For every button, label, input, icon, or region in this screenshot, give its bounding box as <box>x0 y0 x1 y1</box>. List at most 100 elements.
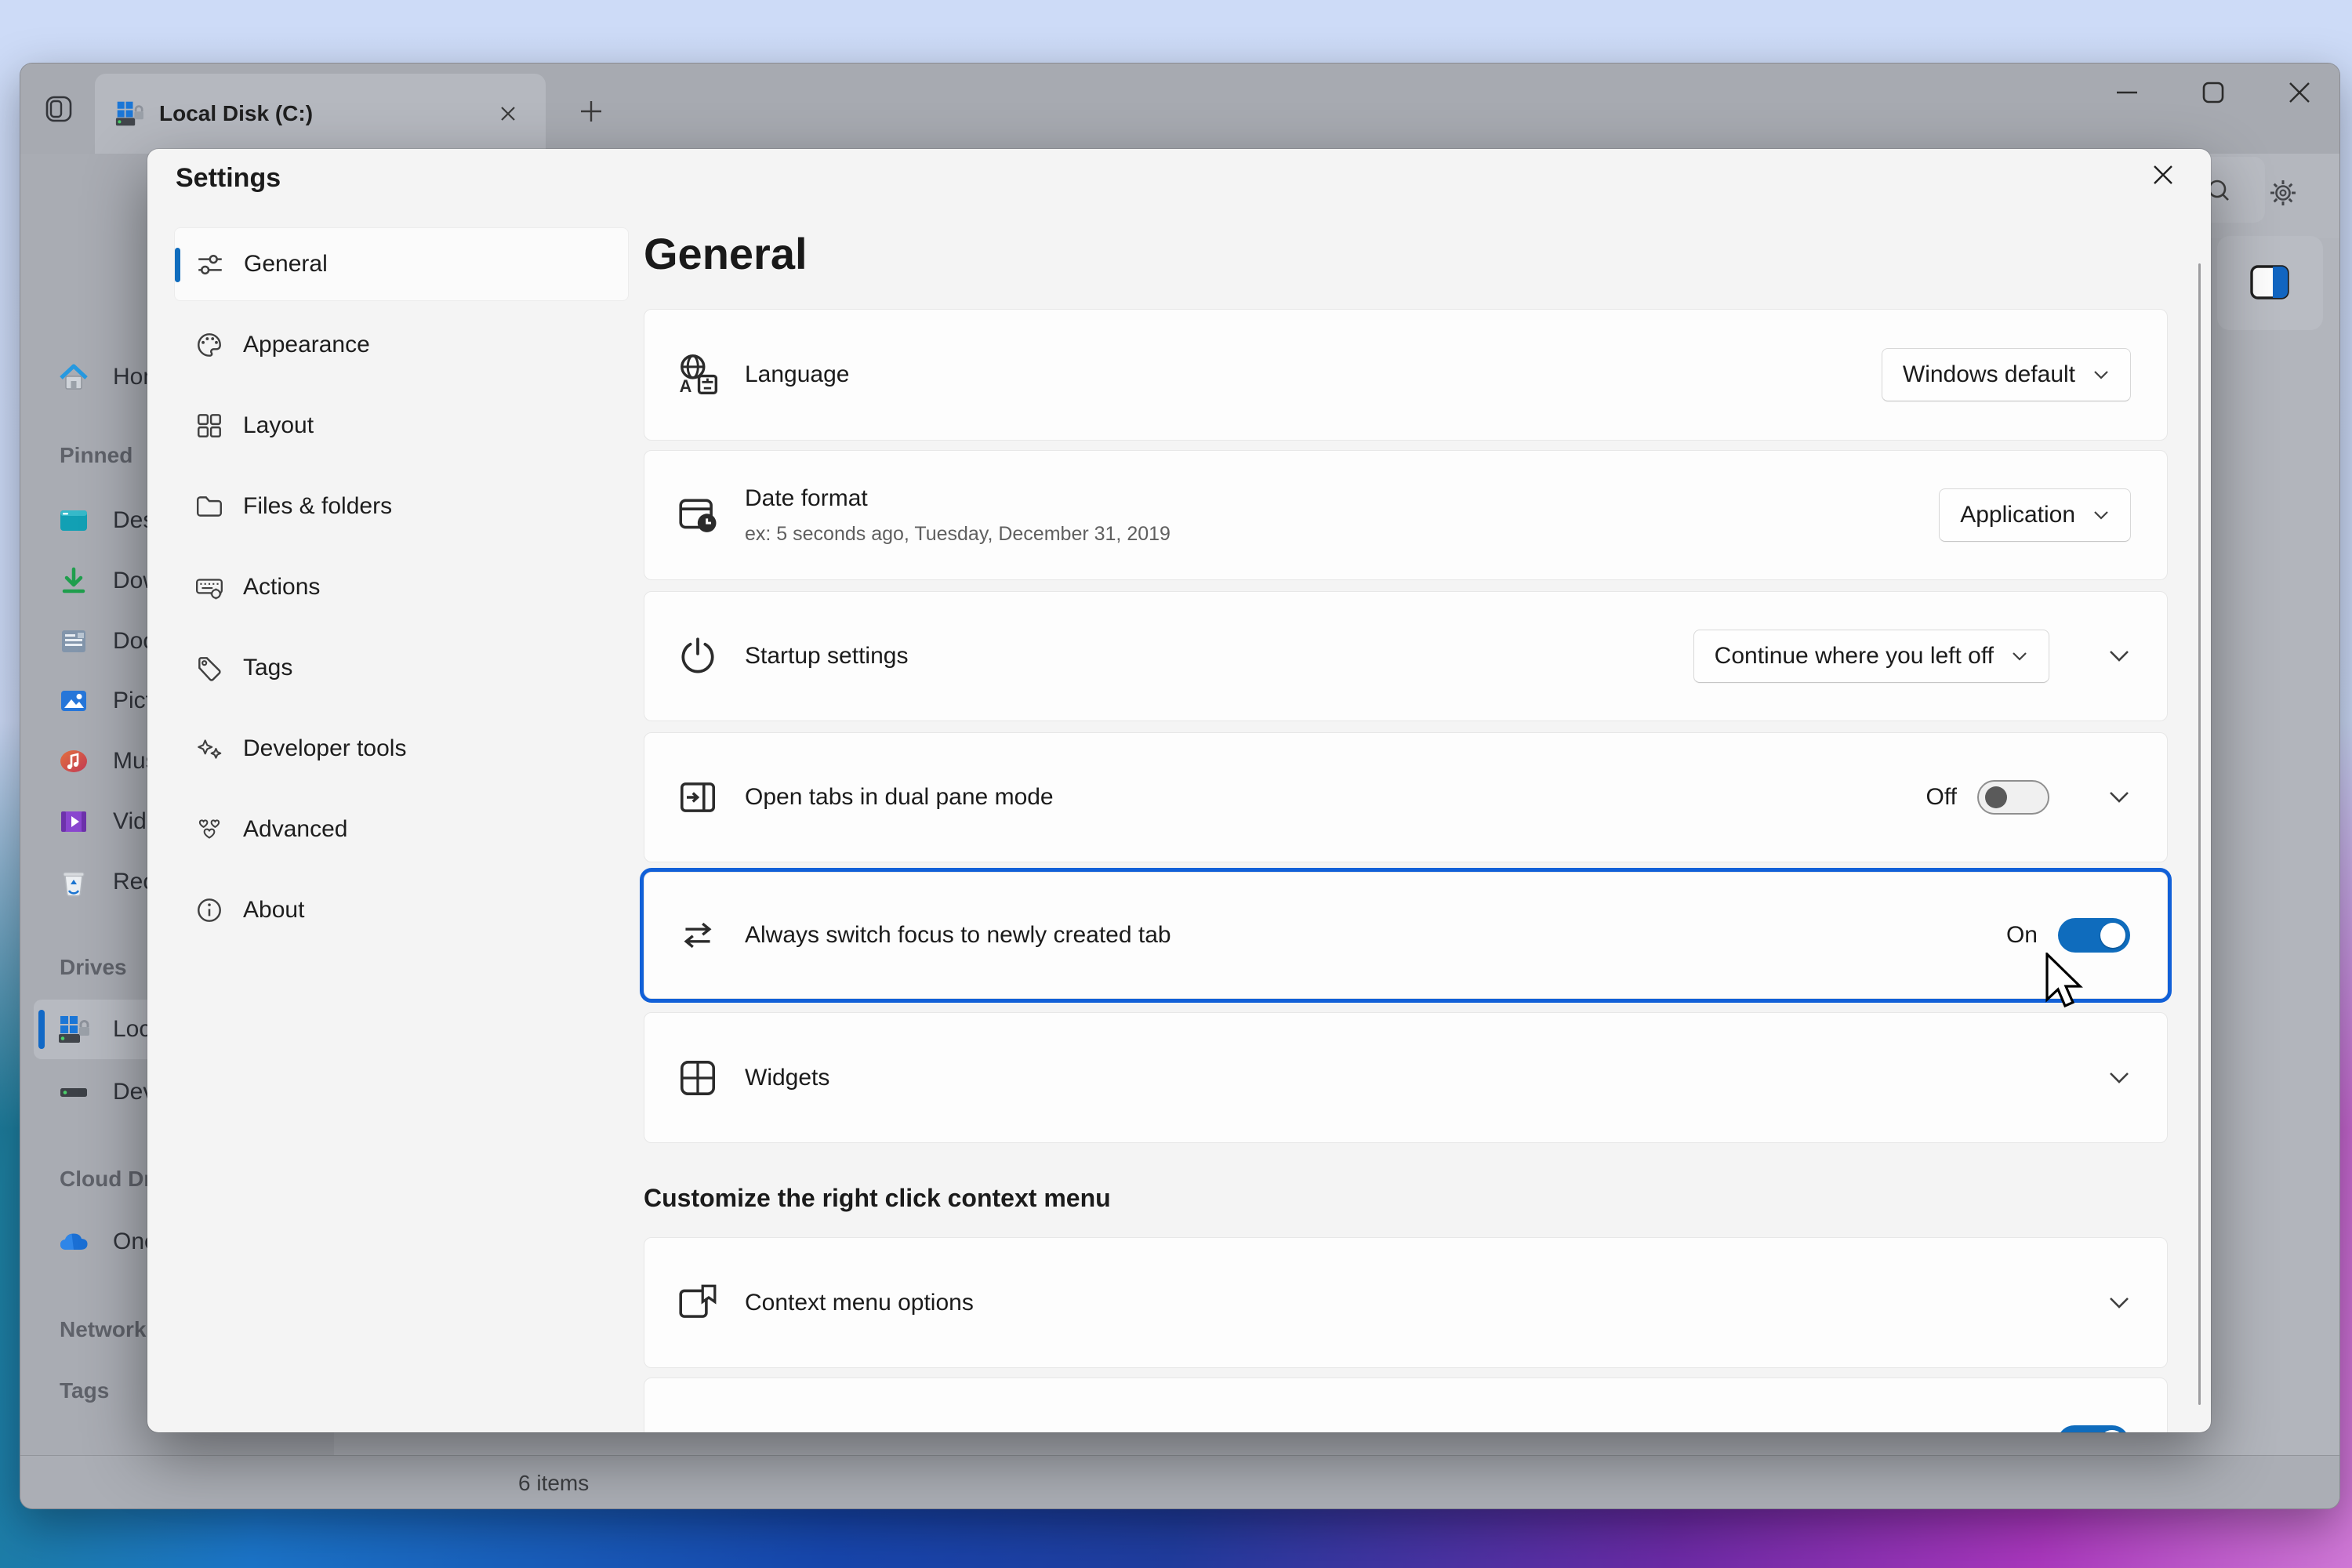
settings-nav-appearance[interactable]: Appearance <box>174 308 629 382</box>
toggle-state-label: On <box>2006 922 2038 949</box>
hearts-icon <box>194 815 224 844</box>
row-title: Date format <box>745 485 868 512</box>
close-button[interactable] <box>2271 68 2328 117</box>
toggle-knob <box>2100 923 2125 948</box>
page-title: General <box>644 228 808 279</box>
nav-item-label: Advanced <box>243 816 347 843</box>
nav-item-label: General <box>244 251 328 278</box>
nav-item-label: Appearance <box>243 332 370 358</box>
settings-nav-general[interactable]: General <box>174 227 629 301</box>
toggle-state-label: Off <box>1926 784 1957 811</box>
drive-icon <box>58 1076 89 1108</box>
documents-icon <box>58 626 89 657</box>
desktop-icon <box>58 505 89 536</box>
settings-nav-advanced[interactable]: Advanced <box>174 793 629 866</box>
sidebar-section-label: Pinned <box>60 434 132 477</box>
info-icon <box>194 895 224 925</box>
context-menu-icon <box>676 1281 720 1325</box>
preview-pane-button[interactable] <box>2217 236 2323 330</box>
row-subtitle: ex: 5 seconds ago, Tuesday, December 31,… <box>745 523 1171 546</box>
nav-item-label: Layout <box>243 412 314 439</box>
dialog-scrollbar[interactable] <box>2198 263 2201 1405</box>
section-heading: Customize the right click context menu <box>644 1184 1111 1213</box>
row-switch-focus: Always switch focus to newly created tab… <box>644 872 2168 999</box>
settings-nav-layout[interactable]: Layout <box>174 389 629 463</box>
gear-icon[interactable] <box>2269 179 2297 211</box>
home-icon <box>58 361 89 393</box>
tab-local-disk[interactable]: Local Disk (C:) <box>95 74 546 154</box>
sparkles-icon <box>194 734 224 764</box>
nav-item-label: Tags <box>243 655 292 681</box>
toggle-knob <box>1985 786 2007 808</box>
preview-pane-icon <box>2250 265 2289 299</box>
dialog-close-button[interactable] <box>2137 151 2189 199</box>
tab-title: Local Disk (C:) <box>159 101 313 126</box>
drive-os-icon <box>58 1014 89 1045</box>
dialog-title: Settings <box>176 163 281 194</box>
toggle-knob <box>2100 1430 2125 1432</box>
row-title: Language <box>745 361 849 388</box>
sidebar-toggle-icon[interactable] <box>45 96 72 122</box>
row-title: Context menu options <box>745 1290 974 1316</box>
settings-nav-actions[interactable]: Actions <box>174 550 629 624</box>
expand-chevron-icon[interactable] <box>2107 1071 2131 1085</box>
chevron-down-icon <box>2092 369 2110 380</box>
sidebar-section-label: Drives <box>60 946 127 989</box>
expand-chevron-icon[interactable] <box>2107 1296 2131 1310</box>
row-startup-settings: Startup settings Continue where you left… <box>644 591 2168 721</box>
date-format-dropdown[interactable]: Application <box>1939 488 2131 542</box>
settings-dialog: Settings General Appearance Layout Files & … <box>147 149 2211 1432</box>
downloads-icon <box>58 565 89 597</box>
onedrive-icon <box>58 1226 89 1258</box>
settings-nav-tags[interactable]: Tags <box>174 631 629 705</box>
switch-focus-toggle[interactable] <box>2058 918 2130 953</box>
videos-icon <box>58 806 89 837</box>
row-dual-pane: Open tabs in dual pane mode Off <box>644 732 2168 862</box>
nav-item-label: Actions <box>243 574 320 601</box>
language-dropdown[interactable]: Windows default <box>1882 348 2131 401</box>
startup-dropdown[interactable]: Continue where you left off <box>1693 630 2049 683</box>
drive-icon <box>115 100 143 128</box>
dual-pane-toggle[interactable] <box>1977 780 2049 815</box>
maximize-button[interactable] <box>2185 68 2241 117</box>
settings-nav-files-folders[interactable]: Files & folders <box>174 470 629 543</box>
chevron-down-icon <box>2092 510 2110 521</box>
keyboard-icon <box>194 572 224 602</box>
expand-chevron-icon[interactable] <box>2107 649 2131 663</box>
dual-pane-icon <box>676 775 720 819</box>
grid-icon <box>194 411 224 441</box>
power-icon <box>676 634 720 678</box>
folder-icon <box>194 492 224 521</box>
sidebar-section-label: Network <box>60 1308 146 1352</box>
row-date-format: Date format ex: 5 seconds ago, Tuesday, … <box>644 450 2168 580</box>
row-partial <box>644 1377 2168 1432</box>
new-tab-button[interactable] <box>569 89 613 133</box>
settings-nav-about[interactable]: About <box>174 873 629 947</box>
widgets-icon <box>676 1056 720 1100</box>
tab-close-icon[interactable] <box>492 98 524 129</box>
row-title: Widgets <box>745 1065 829 1091</box>
music-icon <box>58 746 89 777</box>
settings-nav-developer-tools[interactable]: Developer tools <box>174 712 629 786</box>
svg-text:A: A <box>680 376 692 396</box>
language-icon: A <box>676 353 720 397</box>
sliders-icon <box>195 249 225 279</box>
row-language: A Language Windows default <box>644 309 2168 441</box>
expand-chevron-icon[interactable] <box>2107 790 2131 804</box>
row-widgets: Widgets <box>644 1012 2168 1143</box>
palette-icon <box>194 330 224 360</box>
item-count: 6 items <box>518 1471 589 1496</box>
pictures-icon <box>58 685 89 717</box>
sidebar-section-label: Tags <box>60 1369 109 1413</box>
mouse-cursor <box>2041 953 2088 1018</box>
chevron-down-icon <box>2011 651 2028 662</box>
minimize-button[interactable] <box>2099 68 2155 117</box>
tag-icon <box>194 653 224 683</box>
row-context-menu: Context menu options <box>644 1237 2168 1368</box>
status-bar: 6 items <box>20 1455 2339 1509</box>
tab-bar: Local Disk (C:) <box>20 64 2339 154</box>
nav-item-label: Files & folders <box>243 493 392 520</box>
nav-item-label: Developer tools <box>243 735 406 762</box>
close-icon <box>2151 163 2175 187</box>
partial-row-toggle[interactable] <box>2057 1425 2129 1432</box>
